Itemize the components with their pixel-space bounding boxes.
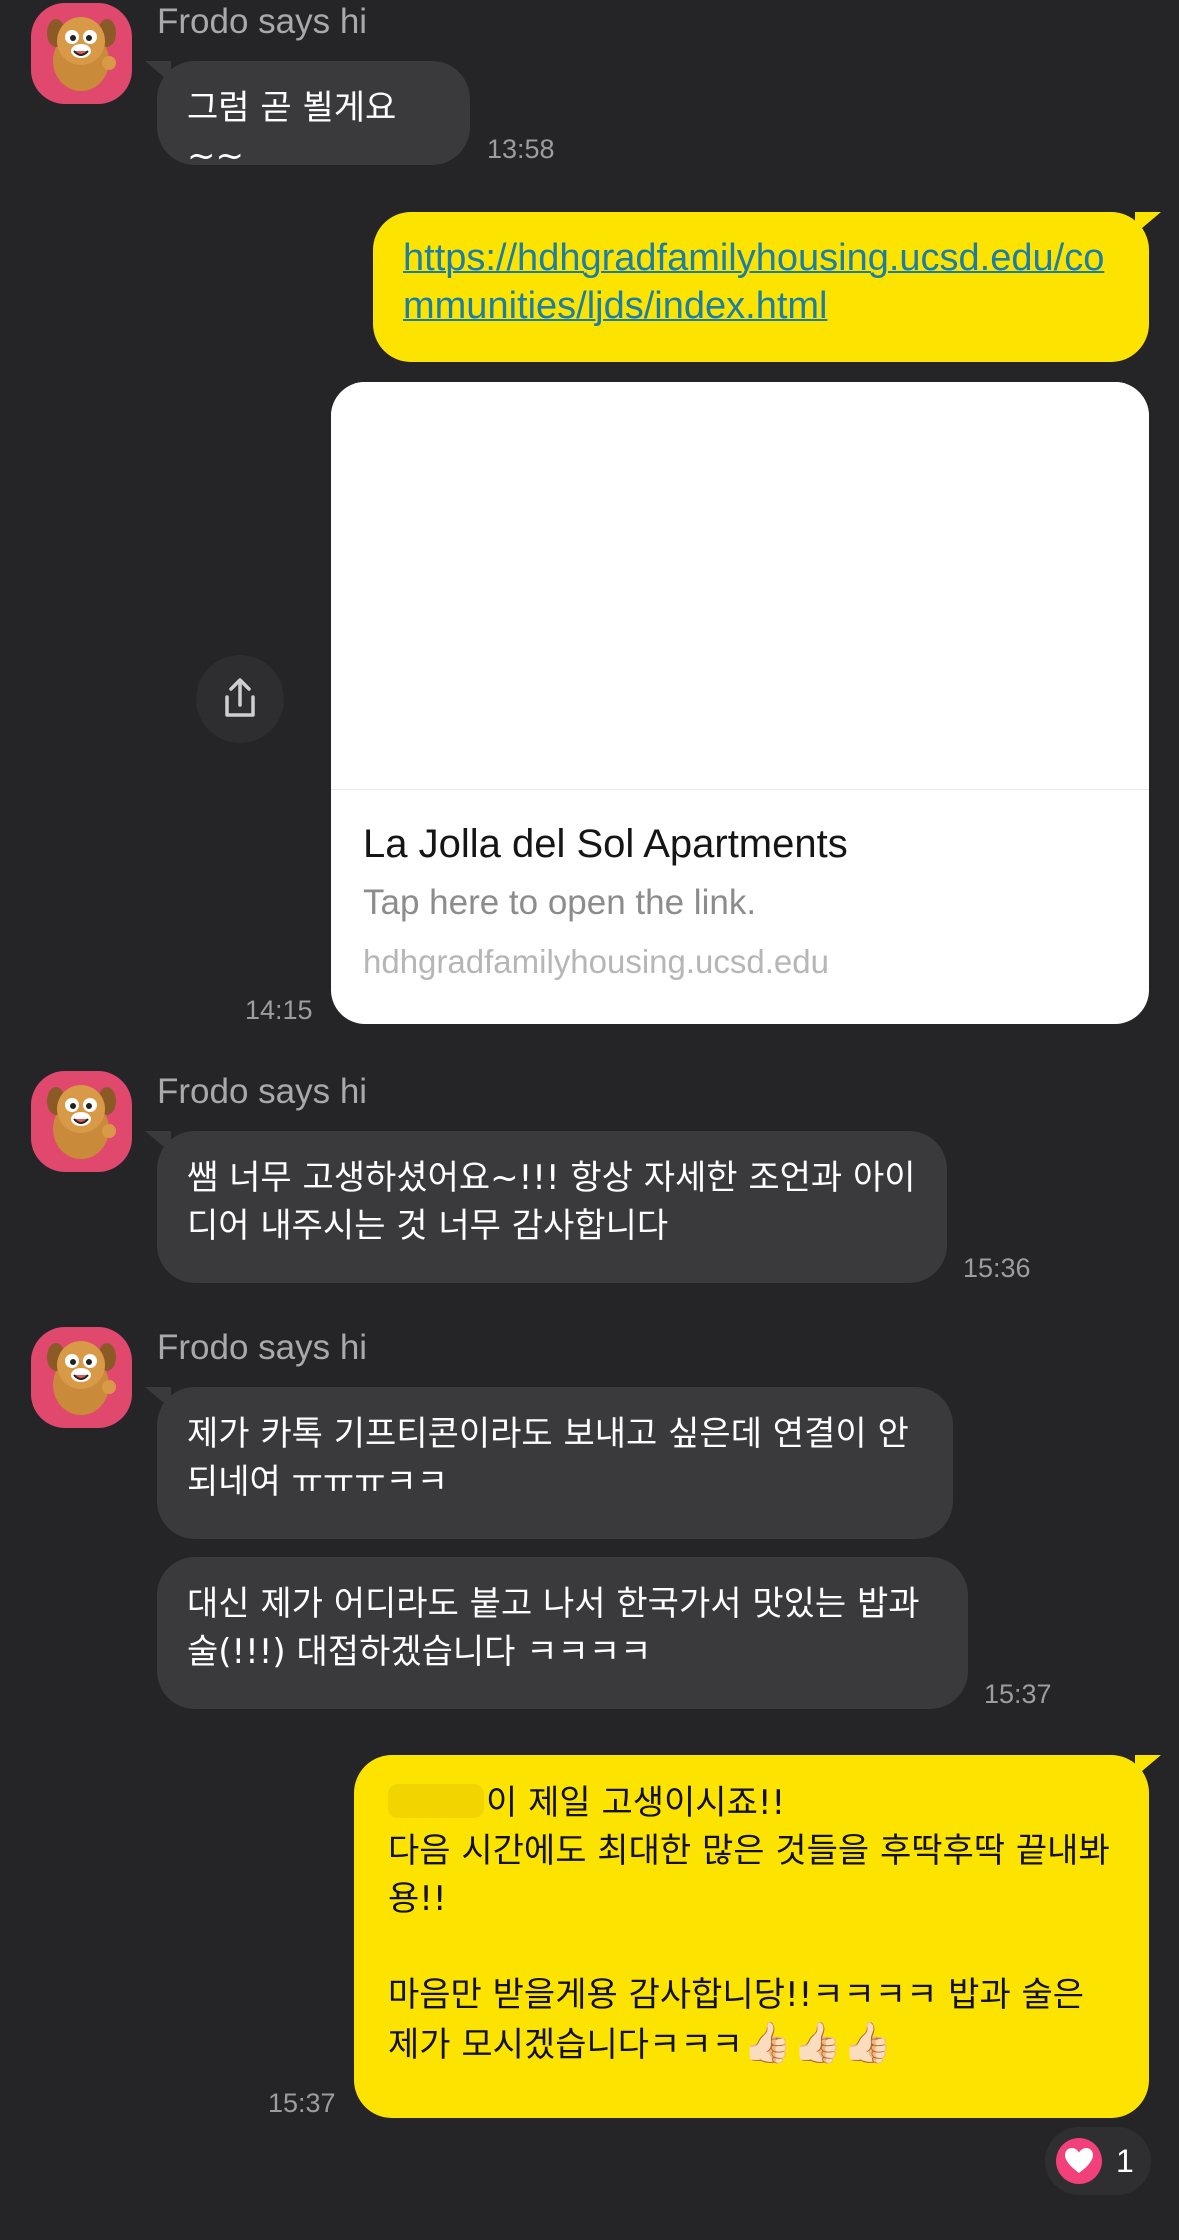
message-text: 제가 카톡 기프티콘이라도 보내고 싶은데 연결이 안되네여 ㅠㅠㅠㅋㅋ [187,1414,909,1502]
message-line: 다음 시간에도 최대한 많은 것들을 후딱후딱 끝내봐용!! [388,1831,1110,1919]
incoming-message-bubble[interactable]: 대신 제가 어디라도 붙고 나서 한국가서 맛있는 밥과 술(!!!) 대접하겠… [157,1557,968,1709]
contact-avatar[interactable] [31,1071,132,1172]
share-button[interactable] [196,655,284,743]
message-text: 그럼 곧 뵐게요~~ [187,88,397,176]
message-time: 15:36 [963,1253,1031,1283]
brown-dog-character-avatar-icon [47,17,116,91]
heart-icon [1056,2138,1102,2184]
incoming-message-bubble[interactable]: 그럼 곧 뵐게요~~ [145,61,470,176]
sender-name: Frodo says hi [157,2,368,41]
reaction-badge[interactable]: 1 [1045,2127,1151,2195]
outgoing-message-bubble[interactable]: 이 제일 고생이시죠!! 다음 시간에도 최대한 많은 것들을 후딱후딱 끝내봐… [354,1755,1161,2118]
contact-avatar[interactable] [31,1327,132,1428]
message-line: 이 제일 고생이시죠!! [388,1779,1115,1827]
link-preview-title: La Jolla del Sol Apartments [363,822,848,866]
link-preview-description: Tap here to open the link. [363,883,757,922]
message-line: 마음만 받을게용 감사합니당!!ㅋㅋㅋㅋ 밥과 술은 제가 모시겠습니다ㅋㅋㅋ👍… [388,1975,1085,2066]
link-preview-domain: hdhgradfamilyhousing.ucsd.edu [363,943,829,980]
brown-dog-character-avatar-icon [47,1085,116,1159]
message-text: 대신 제가 어디라도 붙고 나서 한국가서 맛있는 밥과 술(!!!) 대접하겠… [187,1584,920,1672]
link-preview-image [331,382,1149,790]
redacted-name [388,1784,484,1818]
brown-dog-character-avatar-icon [47,1341,116,1415]
thumbs-up-emoji: 👍🏻👍🏻👍🏻 [742,2020,893,2066]
message-text: 쌤 너무 고생하셨어요~!!! 항상 자세한 조언과 아이디어 내주시는 것 너… [187,1158,916,1246]
contact-avatar[interactable] [31,3,132,104]
message-time: 15:37 [268,2088,336,2118]
sender-name: Frodo says hi [157,1072,368,1111]
incoming-message-bubble[interactable]: 제가 카톡 기프티콘이라도 보내고 싶은데 연결이 안되네여 ㅠㅠㅠㅋㅋ [145,1387,953,1539]
message-time: 14:15 [245,995,313,1025]
outgoing-link-bubble[interactable]: https://hdhgradfamilyhousing.ucsd.edu/co… [373,212,1161,362]
message-link[interactable]: https://hdhgradfamilyhousing.ucsd.edu/co… [403,234,1119,330]
sender-name: Frodo says hi [157,1328,368,1367]
link-preview-card[interactable]: La Jolla del Sol Apartments Tap here to … [331,382,1149,1024]
incoming-message-bubble[interactable]: 쌤 너무 고생하셨어요~!!! 항상 자세한 조언과 아이디어 내주시는 것 너… [145,1131,947,1283]
share-icon [225,678,255,717]
reaction-count: 1 [1116,2142,1134,2179]
message-time: 15:37 [984,1679,1052,1709]
message-time: 13:58 [487,134,555,164]
